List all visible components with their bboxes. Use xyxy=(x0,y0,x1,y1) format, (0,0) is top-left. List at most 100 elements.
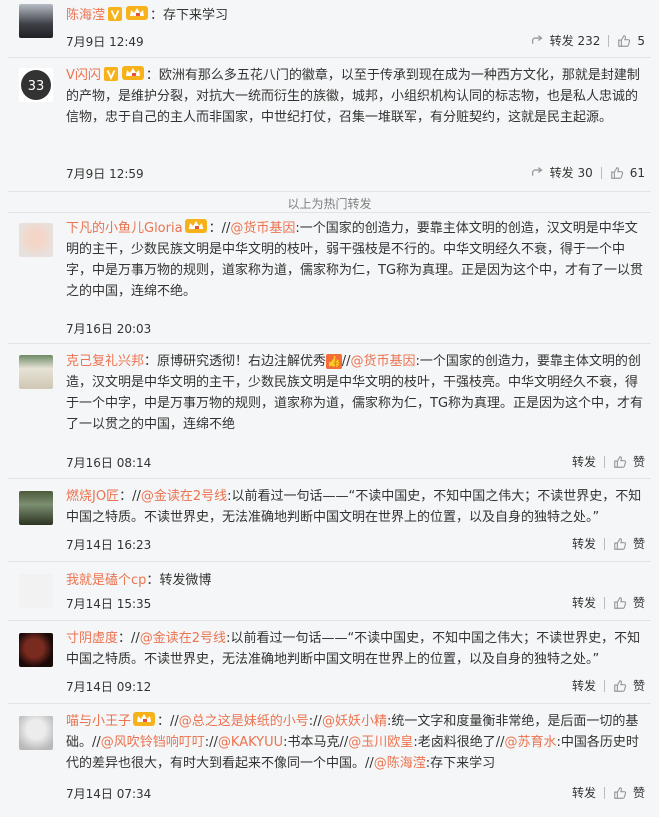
username-link[interactable]: 喵与小王子 xyxy=(66,714,131,729)
forward-button[interactable]: 转发 xyxy=(572,453,596,470)
like-label: 赞 xyxy=(632,455,645,469)
username-link[interactable]: V闪闪 xyxy=(66,68,101,83)
username-link[interactable]: 我就是磕个cp xyxy=(66,573,146,588)
mention-link[interactable]: @货币基因 xyxy=(351,354,416,369)
mention-link[interactable]: @金读在2号线 xyxy=(141,489,227,504)
comment-text: // xyxy=(341,354,351,369)
thumbs-up-icon xyxy=(618,34,631,47)
verified-v-icon xyxy=(108,7,123,21)
comment-text: :存下来学习 xyxy=(425,756,496,771)
mention-link[interactable]: @货币基因 xyxy=(230,221,295,236)
repost-text: 我就是磕个cp：转发微博 xyxy=(66,570,645,591)
thumbs-up-icon xyxy=(610,166,623,179)
divider xyxy=(8,191,651,192)
divider xyxy=(600,166,602,179)
comment-text: ：// xyxy=(118,631,140,646)
avatar[interactable] xyxy=(19,633,53,667)
divider xyxy=(8,212,651,213)
member-crown-icon xyxy=(133,712,156,726)
svg-text:33: 33 xyxy=(28,79,45,94)
comment-text: ：欧洲有那么多五花八门的徽章，以至于传承到现在成为一种西方文化，那就是封建制的产… xyxy=(66,68,640,125)
forward-label: 转发 xyxy=(571,537,596,551)
repost-text: V闪闪 ：欧洲有那么多五花八门的徽章，以至于传承到现在成为一种西方文化，那就是封建… xyxy=(66,65,645,128)
like-label: 61 xyxy=(629,165,645,180)
like-label: 赞 xyxy=(632,537,645,551)
like-label: 5 xyxy=(637,33,645,48)
comment-text: ：存下来学习 xyxy=(150,8,229,23)
action-bar: 转发 232 5 xyxy=(531,32,645,49)
like-button[interactable]: 赞 xyxy=(613,677,645,694)
like-button[interactable]: 赞 xyxy=(613,535,645,552)
divider xyxy=(8,343,651,344)
avatar[interactable] xyxy=(19,223,53,257)
like-button[interactable]: 赞 xyxy=(613,784,645,801)
forward-button[interactable]: 转发 xyxy=(572,784,596,801)
mention-link[interactable]: @玉川欧皇 xyxy=(348,735,413,750)
like-button[interactable]: 赞 xyxy=(613,594,645,611)
avatar[interactable]: 33 xyxy=(19,68,53,102)
avatar[interactable] xyxy=(19,716,53,750)
mention-link[interactable]: @金读在2号线 xyxy=(140,631,226,646)
action-bar: 转发 赞 xyxy=(572,535,645,552)
mention-link[interactable]: @妖妖小精 xyxy=(322,714,387,729)
avatar[interactable] xyxy=(19,355,53,389)
forward-button[interactable]: 转发 xyxy=(572,535,596,552)
avatar[interactable] xyxy=(19,4,53,38)
action-bar: 转发 30 61 xyxy=(531,164,645,181)
thumbs-up-emoji: 👍 xyxy=(326,354,342,369)
divider xyxy=(608,34,610,47)
divider xyxy=(8,478,651,479)
timestamp: 7月16日 08:14 xyxy=(66,456,152,470)
username-link[interactable]: 克己复礼兴邦 xyxy=(66,354,144,369)
mention-link[interactable]: @苏育水 xyxy=(504,735,556,750)
forward-button[interactable]: 转发 232 xyxy=(531,32,600,49)
member-crown-icon xyxy=(126,6,149,20)
action-bar: 转发 赞 xyxy=(572,594,645,611)
member-crown-icon xyxy=(184,219,207,233)
thumbs-up-icon xyxy=(614,455,627,468)
thumbs-up-icon xyxy=(614,596,627,609)
thumbs-up-icon xyxy=(614,679,627,692)
mention-link[interactable]: @风吹铃铛响叮叮 xyxy=(101,735,205,750)
username-link[interactable]: 陈海滢 xyxy=(66,8,105,23)
forward-icon xyxy=(531,167,543,176)
timestamp: 7月14日 15:35 xyxy=(66,597,152,611)
repost-text: 燃烧JO匠：//@金读在2号线:以前看过一句话——“不读中国史，不知中国之伟大；… xyxy=(66,486,645,528)
comment-text: ：原博研究透彻！右边注解优秀 xyxy=(144,354,327,369)
repost-text: 陈海滢 ：存下来学习 xyxy=(66,5,645,26)
forward-button[interactable]: 转发 xyxy=(572,677,596,694)
avatar[interactable] xyxy=(19,491,53,525)
action-bar: 转发 赞 xyxy=(572,784,645,801)
forward-button[interactable]: 转发 xyxy=(572,594,596,611)
timestamp: 7月9日 12:59 xyxy=(66,167,144,181)
avatar[interactable] xyxy=(19,574,53,608)
divider xyxy=(8,57,651,58)
mention-link[interactable]: @KAKYUU xyxy=(218,735,283,750)
like-label: 赞 xyxy=(632,596,645,610)
mention-link[interactable]: @陈海滢 xyxy=(374,756,426,771)
like-button[interactable]: 赞 xyxy=(613,453,645,470)
repost-text: 喵与小王子 ：//@总之这是妹纸的小号://@妖妖小精:统一文字和度量衡非常绝，是… xyxy=(66,711,645,774)
mention-link[interactable]: @总之这是妹纸的小号 xyxy=(179,714,309,729)
divider xyxy=(603,455,605,468)
like-button[interactable]: 5 xyxy=(617,34,645,48)
comment-text: ：// xyxy=(119,489,141,504)
verified-v-icon xyxy=(103,67,118,81)
forward-label: 转发 xyxy=(571,596,596,610)
username-link[interactable]: 燃烧JO匠 xyxy=(66,489,119,504)
hot-repost-label: 以上为热门转发 xyxy=(287,197,372,211)
repost-text: 克己复礼兴邦：原博研究透彻！右边注解优秀👍//@货币基因:一个国家的创造力，要靠… xyxy=(66,351,645,435)
comment-text: ：转发微博 xyxy=(146,573,212,588)
comment-text: ：// xyxy=(208,221,231,236)
timestamp: 7月14日 09:12 xyxy=(66,680,152,694)
username-link[interactable]: 寸阴虚度 xyxy=(66,631,118,646)
forward-label: 转发 xyxy=(571,455,596,469)
like-label: 赞 xyxy=(632,679,645,693)
divider xyxy=(8,561,651,562)
username-link[interactable]: 下凡的小鱼儿Gloria xyxy=(66,221,183,236)
like-button[interactable]: 61 xyxy=(610,166,645,180)
forward-button[interactable]: 转发 30 xyxy=(531,164,593,181)
timestamp: 7月16日 20:03 xyxy=(66,322,152,336)
logo-33-icon: 33 xyxy=(21,70,51,100)
comment-text: ：// xyxy=(157,714,179,729)
